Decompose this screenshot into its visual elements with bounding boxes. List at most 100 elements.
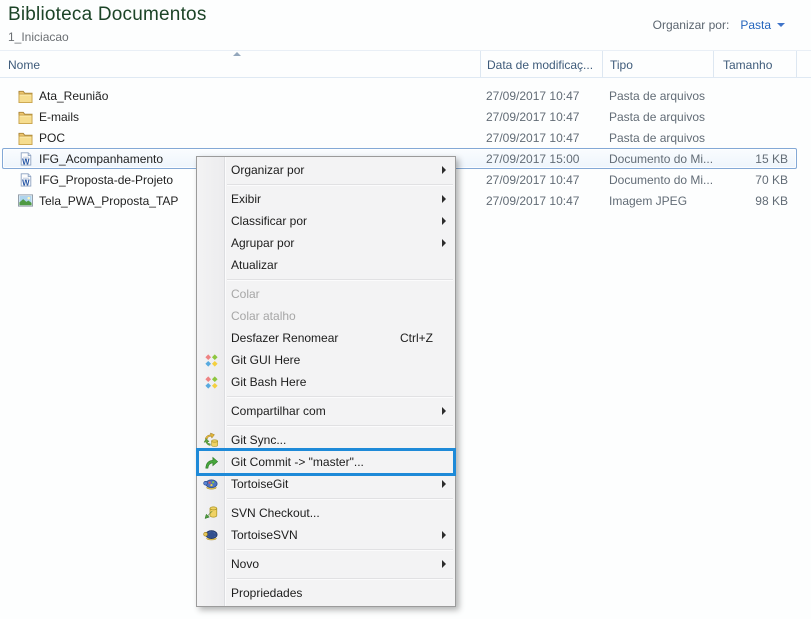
file-type: Pasta de arquivos (604, 131, 715, 145)
menu-item-tortoisesvn[interactable]: TortoiseSVN (197, 524, 455, 546)
column-header-size[interactable]: Tamanho (714, 51, 797, 77)
column-header-type[interactable]: Tipo (603, 51, 714, 77)
file-date: 27/09/2017 10:47 (482, 89, 604, 103)
menu-item-git-commit-master[interactable]: Git Commit -> "master"... (197, 451, 455, 473)
menu-item-tortoisegit[interactable]: TortoiseGit (197, 473, 455, 495)
svg-text:W: W (22, 157, 30, 166)
menu-item-exibir[interactable]: Exibir (197, 188, 455, 210)
menu-separator (227, 549, 453, 550)
git-logo-icon (197, 353, 225, 368)
menu-item-git-gui-here[interactable]: Git GUI Here (197, 349, 455, 371)
column-header-label: Tipo (610, 58, 633, 72)
file-type: Documento do Mi... (604, 152, 715, 166)
menu-item-label: Exibir (231, 192, 455, 206)
file-type: Documento do Mi... (604, 173, 715, 187)
menu-shortcut: Ctrl+Z (400, 331, 433, 345)
submenu-arrow-icon (442, 407, 446, 415)
column-header-label: Nome (8, 58, 40, 72)
tortoisegit-icon (197, 477, 225, 491)
git-commit-icon (197, 455, 225, 470)
menu-item-label: Compartilhar com (231, 404, 455, 418)
image-icon (17, 193, 34, 209)
menu-separator (227, 396, 453, 397)
svn-checkout-icon (197, 505, 225, 521)
menu-separator (227, 498, 453, 499)
file-name: POC (39, 131, 65, 145)
submenu-arrow-icon (442, 560, 446, 568)
file-row-poc[interactable]: POC 27/09/2017 10:47Pasta de arquivos (2, 127, 797, 148)
file-name-cell: POC (3, 130, 482, 146)
menu-item-label: SVN Checkout... (231, 506, 455, 520)
column-header-date[interactable]: Data de modificaç... (481, 51, 603, 77)
file-type: Imagem JPEG (604, 194, 715, 208)
explorer-window: Biblioteca Documentos 1_Iniciacao Organi… (0, 0, 811, 619)
arrange-by-label: Organizar por: (653, 18, 730, 32)
menu-item-atualizar[interactable]: Atualizar (197, 254, 455, 276)
file-size: 98 KB (715, 194, 796, 208)
page-title: Biblioteca Documentos (8, 4, 207, 26)
column-header-filler (797, 51, 811, 77)
library-location: 1_Iniciacao (8, 30, 69, 44)
arrange-by-value[interactable]: Pasta (740, 18, 771, 32)
file-date: 27/09/2017 10:47 (482, 131, 604, 145)
folder-icon (17, 88, 34, 104)
column-header-row: Nome Data de modificaç... Tipo Tamanho (0, 50, 811, 78)
menu-item-organizar-por[interactable]: Organizar por (197, 159, 455, 181)
svg-text:W: W (22, 178, 30, 187)
menu-item-label: Desfazer Renomear (231, 331, 400, 345)
menu-item-svn-checkout[interactable]: SVN Checkout... (197, 502, 455, 524)
file-size: 70 KB (715, 173, 796, 187)
word-icon: W (17, 172, 34, 188)
git-sync-icon (197, 432, 225, 448)
menu-item-label: Colar atalho (231, 309, 455, 323)
file-row-e-mails[interactable]: E-mails27/09/2017 10:47Pasta de arquivos (2, 106, 797, 127)
menu-item-label: TortoiseGit (231, 477, 455, 491)
menu-item-label: Novo (231, 557, 455, 571)
file-name: Ata_Reunião (39, 89, 108, 103)
menu-item-colar-atalho: Colar atalho (197, 305, 455, 327)
submenu-arrow-icon (442, 239, 446, 247)
file-name: IFG_Proposta-de-Projeto (39, 173, 173, 187)
git-logo-icon (197, 375, 225, 390)
menu-item-compartilhar-com[interactable]: Compartilhar com (197, 400, 455, 422)
menu-item-label: Organizar por (231, 163, 455, 177)
file-name: IFG_Acompanhamento (39, 152, 163, 166)
folder-icon (17, 130, 34, 146)
menu-item-git-bash-here[interactable]: Git Bash Here (197, 371, 455, 393)
file-row-ata-reuni-o[interactable]: Ata_Reunião 27/09/2017 10:47Pasta de arqu… (2, 85, 797, 106)
menu-item-git-sync[interactable]: Git Sync... (197, 429, 455, 451)
menu-item-label: Colar (231, 287, 455, 301)
menu-separator (227, 425, 453, 426)
file-type: Pasta de arquivos (604, 89, 715, 103)
submenu-arrow-icon (442, 480, 446, 488)
sort-ascending-icon (233, 52, 241, 56)
chevron-down-icon (777, 23, 785, 27)
column-header-name[interactable]: Nome (0, 51, 481, 77)
menu-item-propriedades[interactable]: Propriedades (197, 582, 455, 604)
menu-item-label: TortoiseSVN (231, 528, 455, 542)
submenu-arrow-icon (442, 195, 446, 203)
menu-item-label: Classificar por (231, 214, 455, 228)
menu-item-agrupar-por[interactable]: Agrupar por (197, 232, 455, 254)
file-date: 27/09/2017 10:47 (482, 194, 604, 208)
menu-item-novo[interactable]: Novo (197, 553, 455, 575)
submenu-arrow-icon (442, 166, 446, 174)
word-icon: W (17, 151, 34, 167)
submenu-arrow-icon (442, 217, 446, 225)
file-name: Tela_PWA_Proposta_TAP (39, 194, 178, 208)
menu-item-label: Git Bash Here (231, 375, 455, 389)
submenu-arrow-icon (442, 531, 446, 539)
menu-item-label: Git GUI Here (231, 353, 455, 367)
file-name-cell: Ata_Reunião (3, 88, 482, 104)
menu-item-label: Git Commit -> "master"... (231, 455, 455, 469)
menu-separator (227, 279, 453, 280)
folder-icon (17, 109, 34, 125)
arrange-by-control[interactable]: Organizar por: Pasta (653, 18, 785, 32)
menu-item-label: Propriedades (231, 586, 455, 600)
file-date: 27/09/2017 15:00 (482, 152, 604, 166)
file-size: 15 KB (715, 152, 796, 166)
menu-item-desfazer-renomear[interactable]: Desfazer RenomearCtrl+Z (197, 327, 455, 349)
file-date: 27/09/2017 10:47 (482, 110, 604, 124)
file-name-cell: E-mails (3, 109, 482, 125)
menu-item-classificar-por[interactable]: Classificar por (197, 210, 455, 232)
